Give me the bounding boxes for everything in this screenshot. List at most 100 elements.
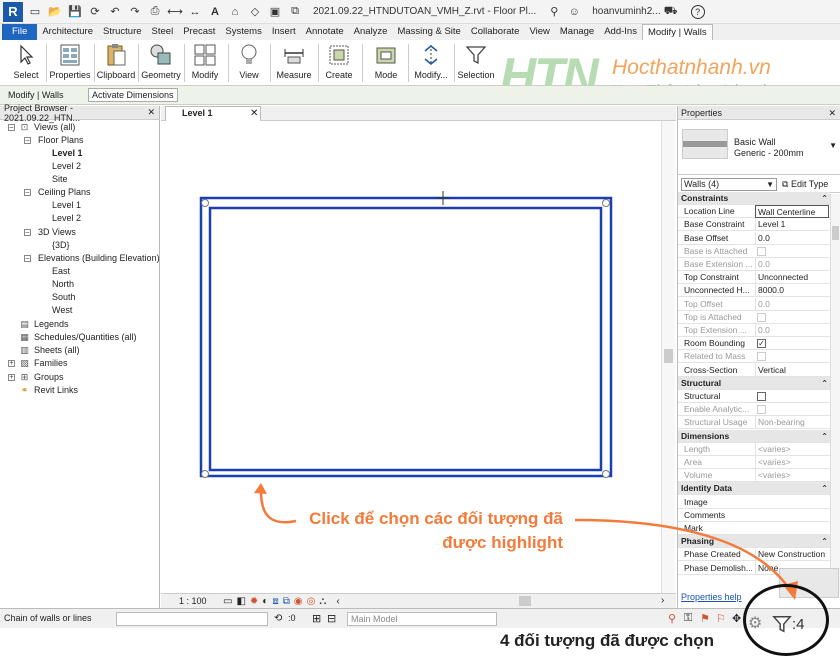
collapse-icon[interactable]: ⌃ — [821, 482, 828, 495]
property-group-identity[interactable]: Identity Data ⌃ — [678, 482, 830, 496]
tab-systems[interactable]: Systems — [220, 24, 266, 40]
measure-button[interactable]: Measure — [274, 42, 314, 84]
select-links-icon[interactable]: ⚲ — [668, 612, 676, 625]
property-row-base-attached[interactable]: Base is Attached — [678, 245, 830, 258]
gear-icon[interactable]: ⚙ — [748, 613, 762, 633]
property-row-volume[interactable]: Volume <varies> — [678, 469, 830, 483]
expand-icon[interactable]: + — [8, 374, 15, 381]
property-value[interactable]: Vertical — [755, 363, 829, 377]
tree-item[interactable]: Ceiling Plans — [38, 186, 91, 199]
type-selector[interactable]: Basic Wall Generic - 200mm ▼ — [678, 121, 840, 175]
select-button[interactable]: Select — [8, 42, 44, 84]
geometry-button[interactable]: Geometry — [140, 42, 182, 84]
reveal-hidden-icon[interactable]: ◎ — [307, 596, 316, 607]
design-options-icon[interactable]: ⊞ — [312, 612, 321, 625]
view-vertical-scrollbar[interactable] — [661, 121, 675, 593]
main-model-dropdown[interactable]: Main Model — [347, 612, 497, 626]
wall-end-grip[interactable] — [602, 199, 610, 207]
temporary-hide-icon[interactable]: ◉ — [294, 596, 303, 607]
property-group-phasing[interactable]: Phasing ⌃ — [678, 535, 830, 549]
property-row-room-bounding[interactable]: Room Bounding ✓ — [678, 337, 830, 351]
property-row-top-attached[interactable]: Top is Attached — [678, 311, 830, 324]
3d-view-icon[interactable]: ⌂ — [227, 4, 243, 20]
tab-modify-walls[interactable]: Modify | Walls — [641, 24, 713, 40]
switch-windows-icon[interactable]: ⧉ — [287, 4, 303, 20]
visual-style-icon[interactable]: ◧ — [236, 596, 245, 607]
scroll-thumb[interactable] — [832, 226, 839, 240]
property-value[interactable]: Wall Centerline — [755, 205, 829, 219]
property-row-base-offset[interactable]: Base Offset 0.0 — [678, 231, 830, 245]
scroll-left-icon[interactable]: ‹ — [336, 596, 339, 607]
collapse-icon[interactable]: – — [24, 137, 31, 144]
undo-icon[interactable]: ↶ — [107, 4, 123, 20]
tree-item[interactable]: Floor Plans — [38, 134, 84, 147]
tree-item[interactable]: Families — [34, 357, 68, 370]
property-row-top-offset[interactable]: Top Offset 0.0 — [678, 297, 830, 311]
editable-only-icon[interactable]: ⟲ — [274, 613, 282, 624]
mode-button[interactable]: Mode — [368, 42, 404, 84]
collapse-icon[interactable]: ⌃ — [821, 535, 828, 548]
workset-dropdown[interactable] — [116, 612, 268, 626]
user-icon[interactable]: ☺ — [566, 4, 582, 20]
tree-item[interactable]: Groups — [34, 371, 64, 384]
property-row-length[interactable]: Length <varies> — [678, 442, 830, 456]
chevron-down-icon[interactable]: ▼ — [829, 141, 837, 150]
property-row-structural-usage[interactable]: Structural Usage Non-bearing — [678, 416, 830, 430]
clipboard-button[interactable]: Clipboard — [96, 42, 136, 84]
print-icon[interactable]: ⎙ — [147, 4, 163, 20]
view-button[interactable]: View — [232, 42, 266, 84]
open-icon[interactable]: 📂 — [47, 4, 63, 20]
collapse-icon[interactable]: ⌃ — [821, 192, 828, 205]
selection-button[interactable]: Selection — [456, 42, 496, 84]
properties-button[interactable]: Properties — [48, 42, 92, 84]
create-button[interactable]: Create — [322, 42, 356, 84]
tree-item[interactable]: South — [52, 291, 76, 304]
property-row-base-extension[interactable]: Base Extension ... 0.0 — [678, 258, 830, 271]
outer-wall-outline[interactable] — [199, 196, 613, 478]
tab-insert[interactable]: Insert — [267, 24, 301, 40]
tab-add-ins[interactable]: Add-Ins — [599, 24, 642, 40]
collapse-icon[interactable]: ⌃ — [821, 377, 828, 390]
tab-massing-site[interactable]: Massing & Site — [392, 24, 465, 40]
text-icon[interactable]: A — [207, 4, 223, 20]
sync-icon[interactable]: ⟳ — [87, 4, 103, 20]
tree-item[interactable]: Level 2 — [52, 160, 81, 173]
property-checkbox[interactable]: ✓ — [757, 339, 766, 349]
worksharing-icon[interactable]: ⛬ — [319, 596, 326, 607]
collapse-icon[interactable]: ⌃ — [821, 430, 828, 443]
property-checkbox[interactable] — [757, 392, 766, 401]
property-row-base-constraint[interactable]: Base Constraint Level 1 — [678, 218, 830, 232]
tree-item[interactable]: Views (all) — [34, 121, 75, 134]
view-scale[interactable]: 1 : 100 — [179, 596, 217, 606]
tree-item[interactable]: West — [52, 304, 72, 317]
tab-annotate[interactable]: Annotate — [301, 24, 349, 40]
user-name[interactable]: hoanvuminh2... — [592, 6, 660, 17]
select-pinned-icon[interactable]: ⚑ — [700, 612, 710, 625]
expand-icon[interactable]: + — [8, 360, 15, 367]
property-row-cross-section[interactable]: Cross-Section Vertical — [678, 363, 830, 377]
close-icon[interactable]: ✕ — [147, 107, 155, 118]
cart-icon[interactable]: ⛟ — [663, 4, 679, 20]
help-icon[interactable]: ? — [690, 4, 705, 19]
close-icon[interactable]: ✕ — [828, 106, 836, 120]
property-row-comments[interactable]: Comments — [678, 509, 830, 522]
sun-path-icon[interactable]: ✹ — [250, 596, 258, 607]
aligned-dimension-icon[interactable]: ↔ — [187, 4, 203, 20]
save-icon[interactable]: 💾 — [67, 4, 83, 20]
property-row-top-constraint[interactable]: Top Constraint Unconnected — [678, 271, 830, 285]
collapse-icon[interactable]: – — [24, 189, 31, 196]
tree-item[interactable]: North — [52, 278, 74, 291]
close-icon[interactable]: ✕ — [250, 107, 258, 120]
wall-end-grip[interactable] — [201, 470, 209, 478]
shadows-icon[interactable]: ◐ — [262, 596, 268, 607]
property-value[interactable]: New Construction — [755, 548, 829, 562]
drag-elements-icon[interactable]: ✥ — [732, 612, 741, 625]
property-value[interactable]: 0.0 — [755, 231, 829, 245]
property-row-image[interactable]: Image — [678, 496, 830, 509]
tree-item[interactable]: 3D Views — [38, 226, 76, 239]
property-row-top-extension[interactable]: Top Extension ... 0.0 — [678, 324, 830, 337]
tab-steel[interactable]: Steel — [147, 24, 179, 40]
properties-help-link[interactable]: Properties help — [681, 592, 742, 602]
instance-filter-dropdown[interactable]: Walls (4) ▼ — [681, 178, 777, 191]
property-group-dimensions[interactable]: Dimensions ⌃ — [678, 429, 830, 443]
